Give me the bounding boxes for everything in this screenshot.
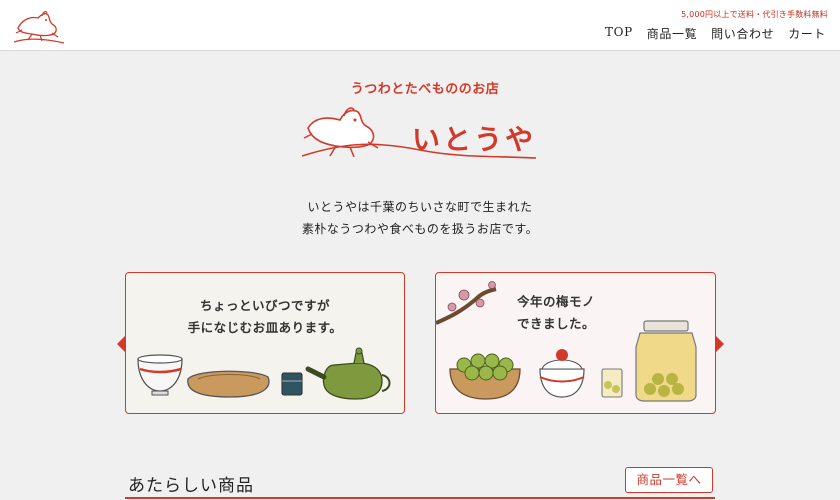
brand-tagline: うつわとたべもののお店 (350, 82, 500, 97)
main-nav: TOP 商品一覧 問い合わせ カート (591, 25, 826, 42)
banner-line: ちょっといびつですが (199, 298, 330, 313)
view-all-products-button[interactable]: 商品一覧へ (625, 467, 713, 493)
site-header: 5,000円以上で送料・代引き手数料無料 TOP 商品一覧 問い合わせ カート (0, 0, 840, 51)
banner-line: できました。 (516, 316, 595, 331)
banner-line: 今年の梅モノ (516, 294, 595, 309)
nav-cart[interactable]: カート (788, 25, 826, 42)
banner-line: 手になじむお皿あります。 (187, 320, 343, 335)
intro-line: いとうやは千葉のちいさな町で生まれた (307, 200, 533, 214)
nav-products[interactable]: 商品一覧 (647, 25, 697, 42)
brand-block: うつわとたべもののお店 いとうや (0, 70, 840, 180)
intro-text: いとうやは千葉のちいさな町で生まれた 素朴なうつわや食べものを扱うお店です。 (0, 196, 840, 240)
banner-card-ume[interactable]: 今年の梅モノ できました。 (435, 272, 716, 414)
nav-contact[interactable]: 問い合わせ (711, 25, 774, 42)
banner-text: 今年の梅モノ できました。 (476, 291, 636, 335)
section-divider (125, 497, 715, 499)
shipping-note: 5,000円以上で送料・代引き手数料無料 (681, 10, 828, 19)
section-title-new-items: あたらしい商品 (128, 476, 254, 496)
dog-logo-icon[interactable] (12, 6, 66, 46)
banner-card-dishes[interactable]: ちょっといびつですが 手になじむお皿あります。 (125, 272, 405, 414)
nav-top[interactable]: TOP (605, 25, 633, 42)
brand-name: いとうや (412, 123, 537, 156)
banner-text: ちょっといびつですが 手になじむお皿あります。 (126, 295, 404, 339)
intro-line: 素朴なうつわや食べものを扱うお店です。 (301, 222, 539, 236)
